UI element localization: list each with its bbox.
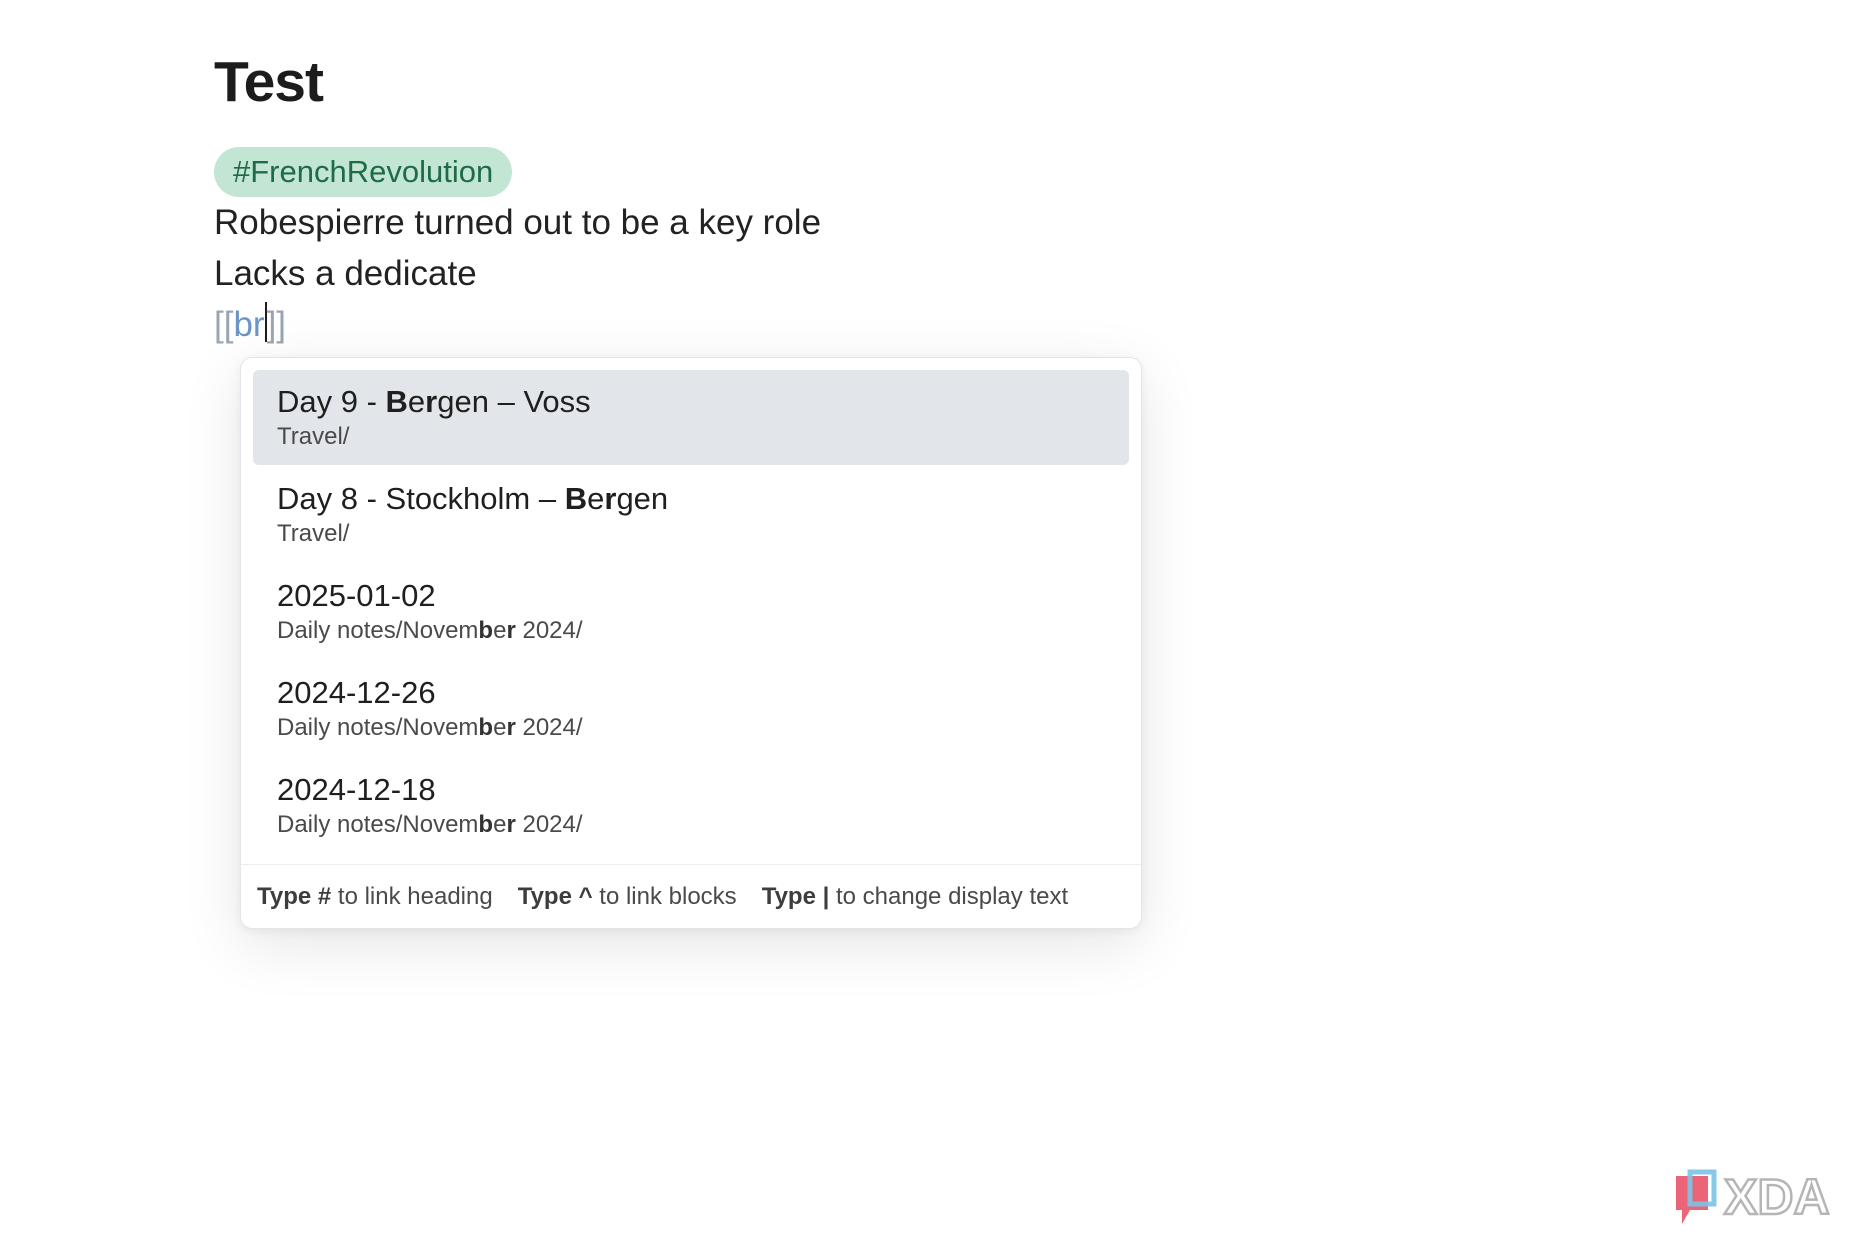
suggestion-item[interactable]: Day 9 - Bergen – Voss Travel/ [253, 370, 1129, 465]
tag-pill[interactable]: #FrenchRevolution [214, 147, 513, 197]
match-highlight: r [425, 383, 438, 419]
link-suggestion-popup: Day 9 - Bergen – Voss Travel/Day 8 - Stoc… [240, 357, 1142, 929]
match-highlight: B [385, 383, 408, 419]
suggestion-item[interactable]: Day 8 - Stockholm – Bergen Travel/ [253, 467, 1129, 562]
title-text: 2025-01-02 [277, 577, 436, 613]
path-text: e [493, 713, 507, 741]
path-text: 2024/ [515, 713, 583, 741]
footer-hint: Type # to link heading [257, 883, 493, 911]
path-text: Daily notes/Novem [277, 810, 479, 838]
note-line-2[interactable]: Lacks a dedicate [214, 248, 1614, 299]
suggestion-path: Travel/ [277, 518, 1105, 550]
suggestion-title: 2025-01-02 [277, 577, 1105, 615]
path-text: e [493, 810, 507, 838]
suggestion-footer-hints: Type # to link heading Type ^ to link blo… [241, 864, 1141, 928]
match-highlight: r [604, 480, 617, 516]
path-text: Daily notes/Novem [277, 713, 479, 741]
xda-logo: XDA [1676, 1168, 1831, 1226]
path-text: Travel/ [277, 422, 350, 450]
hint-key: Type ^ [517, 882, 593, 910]
match-highlight: b [478, 713, 494, 741]
path-text: Travel/ [277, 519, 350, 547]
hint-description: to change display text [829, 882, 1069, 910]
path-text: Daily notes/Novem [277, 616, 479, 644]
title-text: 2024-12-26 [277, 674, 436, 710]
suggestion-list: Day 9 - Bergen – Voss Travel/Day 8 - Stoc… [241, 358, 1141, 853]
note-title[interactable]: Test [214, 44, 1614, 120]
suggestion-item[interactable]: 2025-01-02 Daily notes/November 2024/ [253, 564, 1129, 659]
suggestion-title: 2024-12-26 [277, 674, 1105, 712]
suggestion-path: Daily notes/November 2024/ [277, 615, 1105, 647]
footer-hint: Type ^ to link blocks [518, 883, 737, 911]
title-text: gen – Voss [437, 383, 591, 419]
suggestion-title: Day 9 - Bergen – Voss [277, 383, 1105, 421]
title-text: 2024-12-18 [277, 771, 436, 807]
title-text: e [407, 383, 426, 419]
suggestion-path: Daily notes/November 2024/ [277, 712, 1105, 744]
suggestion-path: Travel/ [277, 421, 1105, 453]
link-query-text: br [233, 305, 265, 344]
path-text: 2024/ [515, 616, 583, 644]
suggestion-item[interactable]: 2024-12-18 Daily notes/November 2024/ [253, 758, 1129, 853]
note-line-1[interactable]: Robespierre turned out to be a key role [214, 197, 1614, 248]
match-highlight: b [478, 810, 494, 838]
title-text: Day 9 - [277, 383, 386, 419]
suggestion-title: Day 8 - Stockholm – Bergen [277, 480, 1105, 518]
suggestion-path: Daily notes/November 2024/ [277, 809, 1105, 841]
path-text: e [493, 616, 507, 644]
xda-logo-text: XDA [1724, 1169, 1830, 1225]
suggestion-item[interactable]: 2024-12-26 Daily notes/November 2024/ [253, 661, 1129, 756]
title-text: Day 8 - Stockholm – [277, 480, 565, 516]
match-highlight: b [478, 616, 494, 644]
match-highlight: B [564, 480, 588, 516]
title-text: gen [616, 480, 669, 516]
hint-description: to link heading [331, 882, 493, 910]
title-text: e [587, 480, 605, 516]
hint-key: Type | [761, 882, 830, 910]
hint-key: Type # [257, 882, 332, 910]
match-highlight: r [506, 810, 516, 838]
match-highlight: r [506, 616, 516, 644]
hint-description: to link blocks [592, 882, 737, 910]
path-text: 2024/ [515, 810, 583, 838]
wikilink-input[interactable]: [[br]] [214, 299, 1614, 350]
suggestion-title: 2024-12-18 [277, 771, 1105, 809]
note-editor[interactable]: Test #FrenchRevolution Robespierre turne… [214, 44, 1614, 350]
link-open-brackets: [[ [214, 305, 234, 344]
link-close-brackets: ]] [266, 305, 287, 344]
match-highlight: r [506, 713, 516, 741]
footer-hint: Type | to change display text [762, 883, 1068, 911]
